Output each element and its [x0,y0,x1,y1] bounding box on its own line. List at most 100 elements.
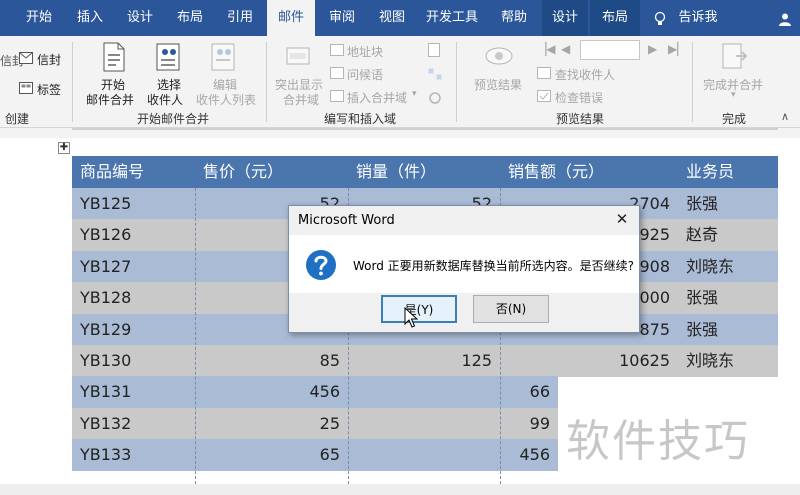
group-separator [266,42,267,122]
cell-salesperson[interactable]: 赵奇 [678,219,778,251]
cell-price[interactable]: 85 [195,345,348,377]
tell-me-search[interactable]: 告诉我 [672,0,724,36]
ribbon-tab-bar: 开始 插入 设计 布局 引用 邮件 审阅 视图 开发工具 帮助 设计 布局 告诉… [0,0,800,36]
previous-record-icon[interactable]: ◀ [561,42,570,56]
confirm-dialog: Microsoft Word ✕ Word 正要用新数据库替换当前所选内容。是否… [288,205,640,333]
tab-table-layout[interactable]: 布局 [590,0,640,36]
greeting-line-icon [330,67,344,79]
highlight-merge-fields-label-2[interactable]: 合并域 [283,91,319,108]
header-quantity[interactable]: 销量（件） [348,156,500,188]
preview-results-icon [485,47,513,65]
dialog-message: Word 正要用新数据库替换当前所选内容。是否继续? [353,259,635,273]
start-mail-merge-icon [103,42,125,72]
greeting-line-button[interactable]: 问候语 [347,66,383,83]
highlight-merge-fields-icon [286,47,310,65]
table-move-handle-icon[interactable]: ✚ [58,142,70,154]
mouse-cursor-icon [404,307,418,328]
update-labels-icon [429,92,441,104]
cell-product-code[interactable]: YB125 [72,188,195,220]
group-label-start-mail-merge: 开始邮件合并 [136,112,209,126]
status-area [0,484,800,495]
cell-salesperson[interactable]: 张强 [678,314,778,346]
cell-salesperson[interactable]: 张强 [678,188,778,220]
group-separator [72,42,73,122]
cell-product-code[interactable]: YB126 [72,219,195,251]
header-salesperson[interactable]: 业务员 [678,156,778,188]
cell-salesperson[interactable]: 刘晓东 [678,345,778,377]
select-recipients-label-2[interactable]: 收件人 [147,91,183,108]
cell-sales[interactable]: 10625 [500,345,678,377]
insert-merge-field-dropdown-icon[interactable]: ▾ [412,89,417,99]
tab-developer[interactable]: 开发工具 [420,0,484,36]
cell-product-code[interactable]: YB130 [72,345,195,377]
tab-design[interactable]: 设计 [116,0,164,36]
envelopes-button[interactable]: 信封 [37,51,61,68]
cell-product-code[interactable]: YB131 [72,376,195,408]
labels-icon [19,82,33,94]
lightbulb-icon [654,11,666,25]
no-button[interactable]: 否(N) [473,295,549,323]
tab-view[interactable]: 视图 [368,0,416,36]
cell-quantity[interactable]: 125 [348,345,500,377]
cell-product-code[interactable]: YB127 [72,251,195,283]
insert-merge-field-icon [330,90,344,102]
match-fields-icon [428,68,442,80]
close-icon[interactable]: ✕ [613,210,631,228]
tab-review[interactable]: 审阅 [318,0,366,36]
find-recipient-button[interactable]: 查找收件人 [555,66,615,83]
ribbon-mailings: 信封 信封 标签 创建 开始 邮件合并 选择 收件人 编辑 收件人列表 开始邮件… [0,36,800,128]
cell-salesperson[interactable]: 张强 [678,282,778,314]
tab-mailings[interactable]: 邮件 [267,0,315,36]
preview-results-button[interactable]: 预览结果 [474,76,522,93]
edit-recipient-list-label-2[interactable]: 收件人列表 [196,91,256,108]
cell-quantity[interactable]: 456 [348,439,558,471]
header-sales[interactable]: 销售额（元） [500,156,678,188]
address-block-icon [330,44,344,56]
tab-help[interactable]: 帮助 [490,0,538,36]
dialog-body: Word 正要用新数据库替换当前所选内容。是否继续? [289,235,639,293]
finish-merge-dropdown-icon[interactable]: ▾ [731,90,736,100]
next-record-icon[interactable]: ▶ [648,42,657,56]
cell-quantity[interactable]: 66 [348,376,558,408]
cell-product-code[interactable]: YB133 [72,439,195,471]
cell-product-code[interactable]: YB129 [72,314,195,346]
cell-quantity[interactable]: 99 [348,408,558,440]
tab-start[interactable]: 开始 [14,0,64,36]
rules-icon [428,43,440,57]
check-errors-button[interactable]: 检查错误 [555,89,603,106]
yes-button[interactable]: 是(Y) [381,295,457,323]
envelope-icon [19,52,33,64]
group-separator [692,42,693,122]
user-icon[interactable] [778,12,792,26]
cell-salesperson[interactable]: 刘晓东 [678,251,778,283]
group-label-finish: 完成 [721,112,746,126]
watermark-text: 软件技巧 [566,416,750,467]
header-product-code[interactable]: 商品编号 [72,156,195,188]
address-block-button[interactable]: 地址块 [347,43,383,60]
cell-product-code[interactable]: YB132 [72,408,195,440]
group-label-create: 创建 [4,112,29,126]
tab-table-design[interactable]: 设计 [542,0,588,36]
insert-merge-field-button[interactable]: 插入合并域 [347,89,407,106]
last-record-icon[interactable]: ▶▏ [668,42,686,56]
group-label-write-insert: 编写和插入域 [323,112,396,126]
cell-price[interactable]: 25 [195,408,348,440]
labels-button[interactable]: 标签 [37,81,61,98]
tab-layout[interactable]: 布局 [166,0,214,36]
first-record-icon[interactable]: ▕◀ [537,42,555,56]
tab-insert[interactable]: 插入 [66,0,114,36]
collapse-ribbon-icon[interactable]: ∧ [781,110,789,123]
check-errors-icon [537,90,551,102]
cell-price[interactable]: 65 [195,439,348,471]
edit-recipient-list-icon [211,43,235,71]
header-price[interactable]: 售价（元） [195,156,348,188]
cell-product-code[interactable]: YB128 [72,282,195,314]
ruler-line [72,128,778,130]
start-mail-merge-label-2[interactable]: 邮件合并 [86,91,134,108]
record-number-input[interactable] [580,40,640,60]
dialog-title: Microsoft Word [298,213,395,228]
tab-references[interactable]: 引用 [216,0,264,36]
select-recipients-icon [156,43,180,71]
cell-price[interactable]: 456 [195,376,348,408]
group-label-preview-results: 预览结果 [555,112,604,126]
